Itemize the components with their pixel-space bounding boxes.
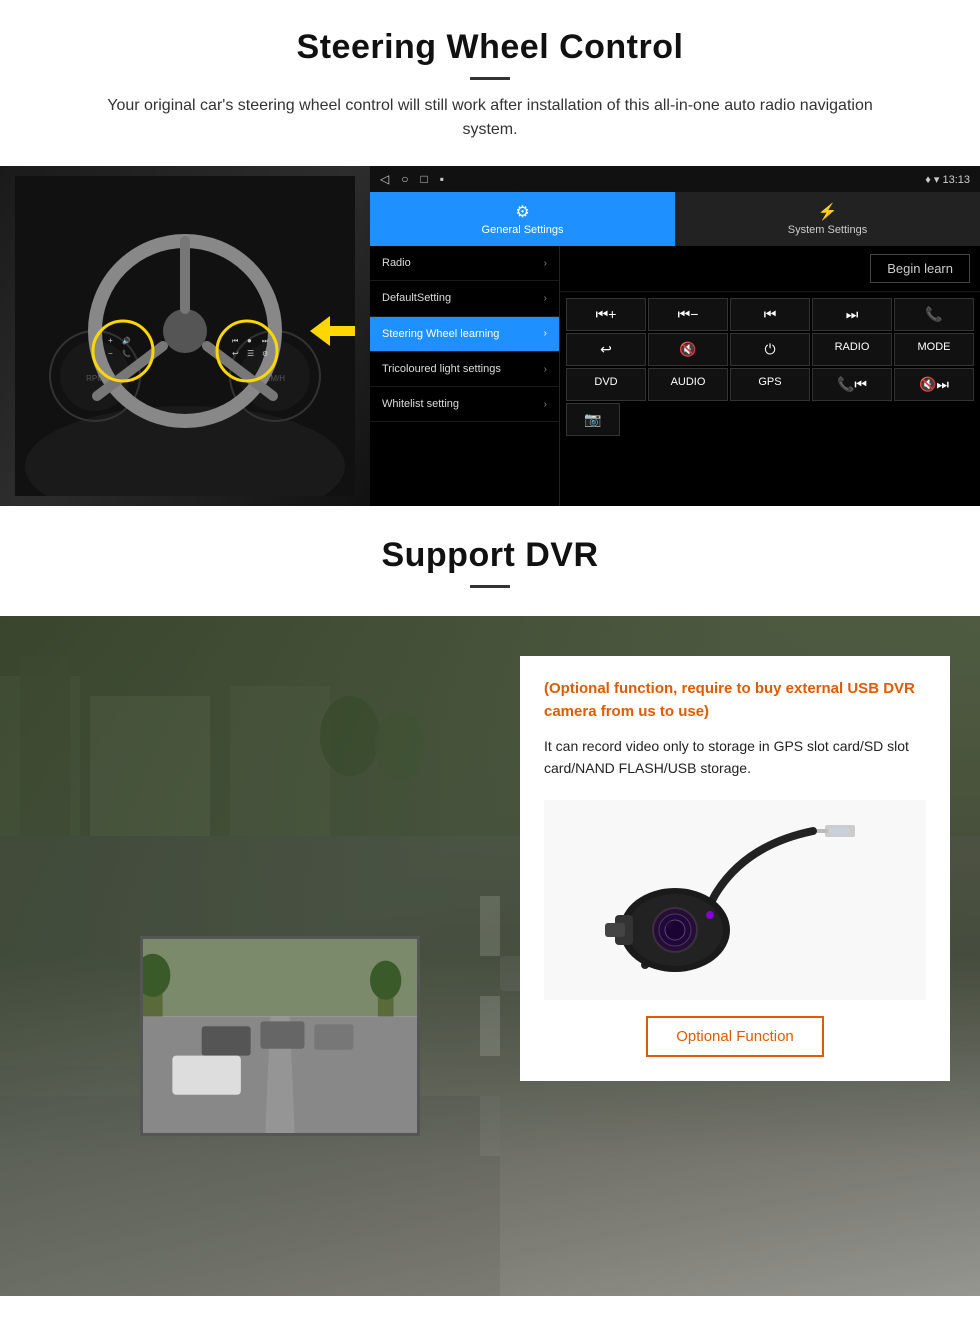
optional-function-container: Optional Function [544, 1016, 926, 1057]
menu-item-radio-label: Radio [382, 256, 411, 270]
svg-text:↩: ↩ [232, 349, 239, 358]
menu-list: Radio › DefaultSetting › Steering Wheel … [370, 246, 560, 506]
vol-down-btn[interactable]: ⏮− [648, 298, 728, 331]
status-time: ♦ ▾ 13:13 [925, 173, 970, 186]
section1-title: Steering Wheel Control [40, 28, 940, 67]
phone-prev-btn[interactable]: 📞⏮ [812, 368, 892, 401]
menu-item-whitelist[interactable]: Whitelist setting › [370, 387, 559, 422]
steering-wheel-svg: RPM KM/H + 🔊 − 📞 [15, 176, 355, 496]
mute-next-btn[interactable]: 🔇⏭ [894, 368, 974, 401]
power-btn[interactable]: ⏻ [730, 333, 810, 366]
radio-btn[interactable]: RADIO [812, 333, 892, 366]
dvr-section: Support DVR [0, 506, 980, 1296]
signal-icon: ♦ ▾ [925, 174, 939, 186]
dvr-preview-inner [143, 939, 417, 1133]
android-screen: ◁ ○ □ ▪ ♦ ▾ 13:13 ⚙ General Settings ⚡ [370, 166, 980, 506]
menu-item-steering-label: Steering Wheel learning [382, 327, 499, 341]
camera-btn[interactable]: 📷 [566, 403, 620, 436]
begin-learn-row: Begin learn [560, 246, 980, 292]
dvr-preview-thumbnail [140, 936, 420, 1136]
dvr-title: Support DVR [40, 536, 940, 575]
svg-text:●: ● [247, 336, 252, 345]
svg-text:⏭: ⏭ [262, 338, 269, 345]
recents-icon[interactable]: □ [420, 172, 427, 186]
android-nav-icons: ◁ ○ □ ▪ [380, 172, 444, 186]
chevron-icon: › [544, 399, 547, 410]
svg-text:⏮: ⏮ [232, 338, 238, 345]
next-btn[interactable]: ⏭ [812, 298, 892, 331]
dvr-divider [470, 585, 510, 588]
menu-item-whitelist-label: Whitelist setting [382, 397, 459, 411]
menu-item-tricoloured-label: Tricoloured light settings [382, 362, 501, 376]
svg-text:+: + [108, 336, 113, 345]
vol-up-btn[interactable]: ⏮+ [566, 298, 646, 331]
back-icon[interactable]: ◁ [380, 172, 389, 186]
steering-wheel-section: Steering Wheel Control Your original car… [0, 0, 980, 506]
optional-function-button[interactable]: Optional Function [646, 1016, 824, 1057]
settings-body: Radio › DefaultSetting › Steering Wheel … [370, 246, 980, 506]
dvr-optional-text: (Optional function, require to buy exter… [544, 678, 926, 723]
control-grid: ⏮+ ⏮− ⏮ ⏭ 📞 ↩ 🔇 ⏻ RADIO MODE [560, 292, 980, 442]
gps-btn[interactable]: GPS [730, 368, 810, 401]
mode-btn[interactable]: MODE [894, 333, 974, 366]
preview-road-svg [143, 936, 417, 1136]
settings-tabs: ⚙ General Settings ⚡ System Settings [370, 192, 980, 246]
audio-btn[interactable]: AUDIO [648, 368, 728, 401]
camera-svg [595, 815, 875, 985]
menu-item-default-label: DefaultSetting [382, 291, 451, 305]
android-statusbar: ◁ ○ □ ▪ ♦ ▾ 13:13 [370, 166, 980, 192]
back-call-btn[interactable]: ↩ [566, 333, 646, 366]
menu-item-default[interactable]: DefaultSetting › [370, 281, 559, 316]
menu-item-tricoloured[interactable]: Tricoloured light settings › [370, 352, 559, 387]
dvr-section-header: Support DVR [0, 506, 980, 616]
dvd-btn[interactable]: DVD [566, 368, 646, 401]
steering-wheel-image: RPM KM/H + 🔊 − 📞 [0, 166, 370, 506]
chevron-icon: › [544, 293, 547, 304]
begin-learn-button[interactable]: Begin learn [870, 254, 970, 283]
svg-text:☰: ☰ [247, 349, 254, 358]
tab-system-label: System Settings [788, 224, 867, 236]
ctrl-row-4: 📷 [566, 403, 974, 436]
menu-icon[interactable]: ▪ [440, 172, 444, 186]
chevron-icon: › [544, 328, 547, 339]
menu-item-radio[interactable]: Radio › [370, 246, 559, 281]
ctrl-row-3: DVD AUDIO GPS 📞⏮ 🔇⏭ [566, 368, 974, 401]
home-icon[interactable]: ○ [401, 172, 408, 186]
mute-btn[interactable]: 🔇 [648, 333, 728, 366]
dvr-content-box: (Optional function, require to buy exter… [520, 656, 950, 1081]
phone-btn[interactable]: 📞 [894, 298, 974, 331]
chevron-icon: › [544, 258, 547, 269]
svg-text:⚙: ⚙ [262, 350, 268, 358]
ctrl-row-1: ⏮+ ⏮− ⏮ ⏭ 📞 [566, 298, 974, 331]
menu-item-steering[interactable]: Steering Wheel learning › [370, 317, 559, 352]
svg-text:🔊: 🔊 [122, 336, 131, 345]
dvr-camera-illustration [544, 800, 926, 1000]
svg-text:📞: 📞 [122, 349, 131, 358]
tab-system[interactable]: ⚡ System Settings [675, 192, 980, 246]
svg-text:−: − [108, 349, 113, 358]
prev-btn[interactable]: ⏮ [730, 298, 810, 331]
system-icon: ⚡ [818, 202, 838, 222]
tab-general-label: General Settings [482, 224, 564, 236]
ctrl-row-2: ↩ 🔇 ⏻ RADIO MODE [566, 333, 974, 366]
section1-header: Steering Wheel Control Your original car… [0, 0, 980, 152]
sw-main-container: RPM KM/H + 🔊 − 📞 [0, 166, 980, 506]
section1-divider [470, 77, 510, 80]
section1-subtitle: Your original car's steering wheel contr… [80, 94, 900, 142]
tab-general[interactable]: ⚙ General Settings [370, 192, 675, 246]
gear-icon: ⚙ [515, 202, 529, 222]
dvr-background: (Optional function, require to buy exter… [0, 616, 980, 1296]
control-panel: Begin learn ⏮+ ⏮− ⏮ ⏭ 📞 ↩ 🔇 [560, 246, 980, 506]
clock: 13:13 [942, 174, 970, 186]
chevron-icon: › [544, 364, 547, 375]
dvr-body-text: It can record video only to storage in G… [544, 735, 926, 780]
